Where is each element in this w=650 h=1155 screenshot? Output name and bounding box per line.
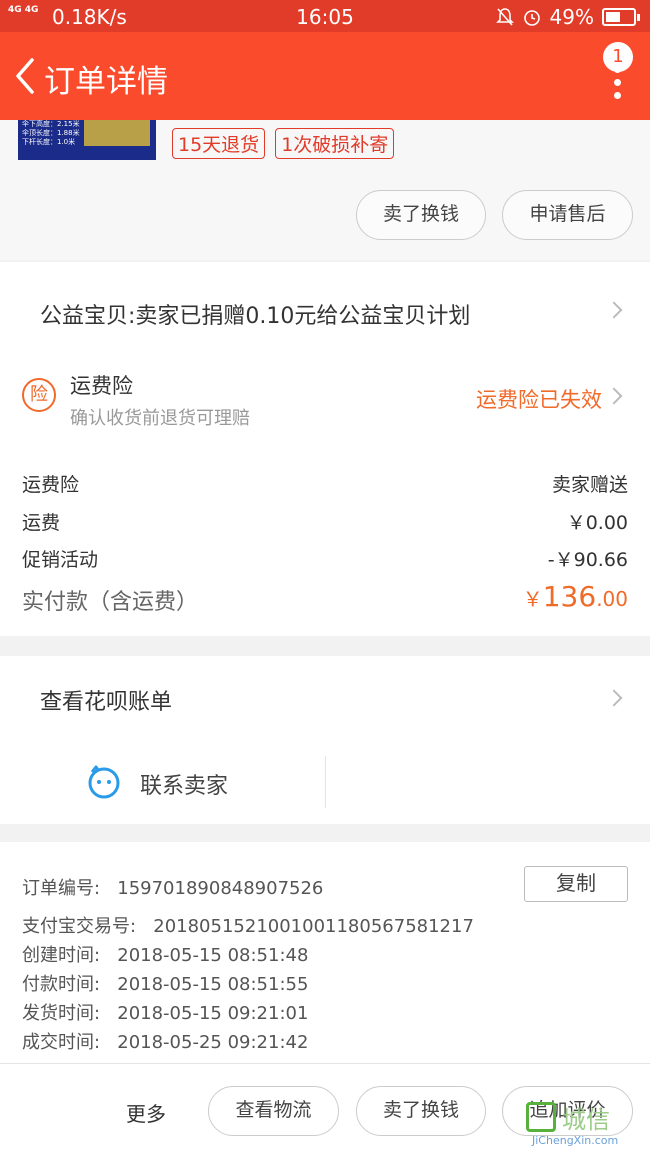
status-bar: 4G 4G 0.18K/s 16:05 49% xyxy=(0,0,650,32)
notification-badge: 1 xyxy=(603,42,633,72)
page-title: 订单详情 xyxy=(44,64,168,100)
charity-text: 公益宝贝:卖家已捐赠0.10元给公益宝贝计划 xyxy=(40,304,471,329)
chevron-right-icon xyxy=(605,689,623,707)
insurance-subtitle: 确认收货前退货可理赔 xyxy=(70,408,250,429)
fee-label: 促销活动 xyxy=(22,549,99,571)
product-thumbnail[interactable]: 伞下高度：2.15米 伞顶长度：1.88米 下杆长度：1.0米 xyxy=(18,120,156,160)
insurance-title: 运费险 xyxy=(70,374,133,398)
fee-value: ￥0.00 xyxy=(566,512,628,534)
after-sales-button[interactable]: 申请售后 xyxy=(502,190,633,240)
watermark-text: 城信 xyxy=(562,1106,610,1134)
created-time-row: 创建时间: 2018-05-15 08:51:48 xyxy=(22,945,309,966)
sell-button[interactable]: 卖了换钱 xyxy=(356,1086,486,1136)
navbar: 订单详情 1 xyxy=(0,32,650,120)
alarm-icon xyxy=(523,10,540,26)
copy-button[interactable]: 复制 xyxy=(524,866,628,902)
alipay-trade-row: 支付宝交易号: 2018051521001001180567581217 xyxy=(22,916,474,937)
chevron-right-icon xyxy=(605,301,623,319)
divider xyxy=(325,756,326,808)
paid-time-row: 付款时间: 2018-05-15 08:51:55 xyxy=(22,974,309,995)
watermark-logo-icon xyxy=(526,1102,556,1132)
battery-percent: 49% xyxy=(549,5,594,29)
fee-label: 运费险 xyxy=(22,474,80,496)
paid-label: 实付款（含运费） xyxy=(22,590,199,615)
paid-decimal: .00 xyxy=(596,587,628,611)
watermark: 城信 JiChengXin.com xyxy=(526,1100,644,1152)
sell-button[interactable]: 卖了换钱 xyxy=(356,190,486,240)
fee-label: 运费 xyxy=(22,512,61,534)
back-icon[interactable] xyxy=(10,54,40,98)
order-info-card: 复制 订单编号: 159701890848907526 支付宝交易号: 2018… xyxy=(0,842,650,1063)
insurance-icon: 险 xyxy=(22,378,56,412)
mute-icon xyxy=(495,8,514,26)
battery-icon xyxy=(602,8,640,26)
closed-time-row: 成交时间: 2018-05-25 09:21:42 xyxy=(22,1032,309,1053)
watermark-sub: JiChengXin.com xyxy=(532,1134,619,1147)
currency-symbol: ￥ xyxy=(522,587,543,611)
contact-seller-label: 联系卖家 xyxy=(140,774,229,799)
paid-integer: 136 xyxy=(542,580,597,613)
order-number-row: 订单编号: 159701890848907526 xyxy=(22,878,324,899)
huabei-text: 查看花呗账单 xyxy=(40,690,173,715)
fee-value: 卖家赠送 xyxy=(551,474,628,496)
shipped-time-row: 发货时间: 2018-05-15 09:21:01 xyxy=(22,1003,309,1024)
product-section: 伞下高度：2.15米 伞顶长度：1.88米 下杆长度：1.0米 15天退货 1次… xyxy=(0,120,650,260)
chevron-right-icon xyxy=(605,387,623,405)
service-card: 查看花呗账单 联系卖家 xyxy=(0,656,650,824)
chat-icon xyxy=(88,765,120,799)
more-button[interactable]: 更多 xyxy=(126,1098,166,1127)
order-number: 159701890848907526 xyxy=(117,878,324,899)
fee-value: -￥90.66 xyxy=(547,549,628,571)
insurance-status: 运费险已失效 xyxy=(476,388,602,412)
payment-card: 公益宝贝:卖家已捐赠0.10元给公益宝贝计划 险 运费险 确认收货前退货可理赔 … xyxy=(0,262,650,636)
alipay-trade-number: 2018051521001001180567581217 xyxy=(153,916,474,937)
return-tag: 15天退货 xyxy=(172,128,266,159)
view-logistics-button[interactable]: 查看物流 xyxy=(208,1086,339,1136)
damage-resend-tag: 1次破损补寄 xyxy=(275,128,395,159)
paid-amount: ￥136.00 xyxy=(523,580,628,613)
